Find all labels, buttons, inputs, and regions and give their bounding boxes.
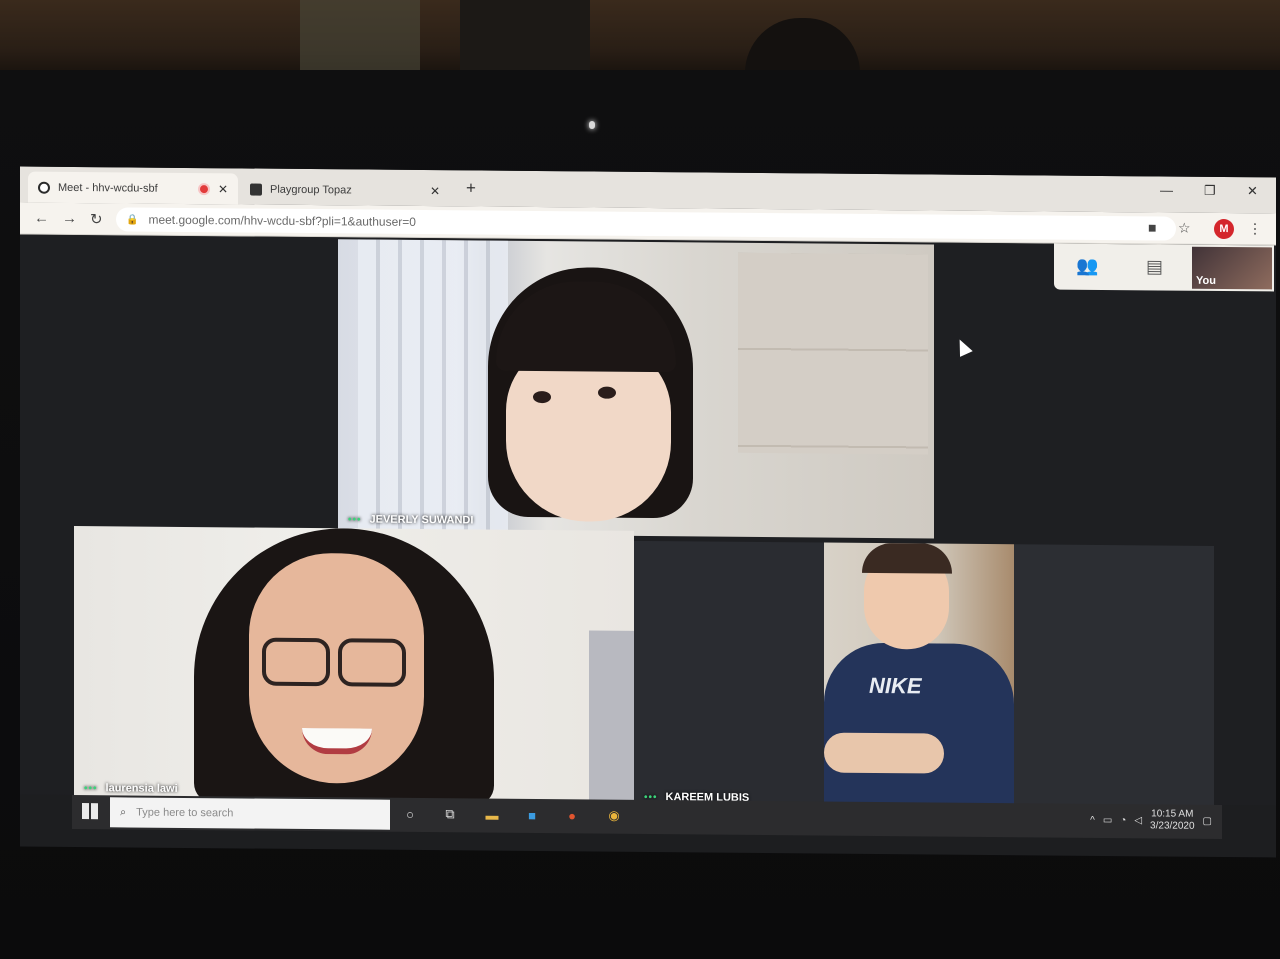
glasses-lens: [338, 638, 406, 687]
curtain-background: [358, 239, 508, 535]
shirt-logo: NIKE: [869, 672, 922, 699]
mouse-cursor-icon: [953, 336, 973, 357]
search-icon: ⌕: [120, 805, 127, 818]
new-tab-button[interactable]: +: [466, 178, 476, 198]
close-window-button[interactable]: ✕: [1247, 183, 1258, 199]
minimize-button[interactable]: —: [1160, 182, 1173, 197]
clock[interactable]: 10:15 AM 3/23/2020: [1150, 808, 1195, 832]
network-icon[interactable]: ▭: [1103, 814, 1112, 825]
store-icon[interactable]: ■: [522, 805, 542, 825]
close-tab-icon[interactable]: ✕: [218, 182, 228, 196]
task-view-icon[interactable]: ⧉: [440, 804, 460, 824]
room-shelf: [300, 0, 420, 70]
chat-icon[interactable]: ▤: [1146, 256, 1163, 277]
participant-name-tag: ••• laurensia lawi: [84, 782, 178, 795]
chevron-up-icon[interactable]: ^: [1090, 814, 1095, 825]
participant-name: laurensia lawi: [105, 782, 178, 795]
tab-playgroup[interactable]: Playgroup Topaz ✕: [240, 173, 450, 206]
chrome-icon[interactable]: ◉: [604, 806, 624, 826]
glasses-lens: [262, 637, 330, 687]
back-arrow-icon[interactable]: ←: [34, 210, 49, 227]
room-background: [0, 0, 1280, 80]
participant-name-tag: ••• JEVERLY SUWANDI: [348, 513, 474, 527]
tab-title: Playgroup Topaz: [270, 183, 352, 196]
menu-kebab-icon[interactable]: ⋮: [1248, 220, 1262, 237]
classroom-icon: [250, 183, 262, 196]
notification-icon[interactable]: ▢: [1203, 815, 1212, 826]
meet-icon: [38, 181, 50, 194]
empty-tile: [1014, 544, 1214, 816]
lock-icon: 🔒: [126, 213, 139, 226]
cortana-icon[interactable]: ○: [400, 804, 420, 824]
wifi-icon[interactable]: ◔: [1120, 815, 1126, 826]
participant-shirt: [824, 642, 1014, 815]
wall-panel: [738, 252, 928, 455]
room-doorway: [460, 0, 590, 72]
participant-tile[interactable]: ••• laurensia lawi: [74, 525, 634, 807]
windows-start-icon[interactable]: [82, 803, 98, 820]
self-view-thumbnail[interactable]: You: [1192, 246, 1272, 290]
participant-video-tile[interactable]: NIKE: [824, 542, 1014, 815]
reload-icon[interactable]: ↻: [90, 210, 103, 228]
people-icon[interactable]: 👥: [1076, 256, 1098, 277]
meet-call-area: ••• JEVERLY SUWANDI ••• laurensia lawi •…: [20, 234, 1276, 816]
audio-indicator-icon: •••: [84, 782, 98, 794]
participant-tile[interactable]: ••• KAREEM LUBIS: [634, 540, 824, 813]
background-door: [589, 630, 634, 807]
clock-date: 3/23/2020: [1150, 820, 1195, 832]
file-explorer-icon[interactable]: ▬: [482, 805, 502, 825]
system-tray: ^ ▭ ◔ ◁ 10:15 AM 3/23/2020 ▢: [1090, 808, 1212, 833]
camera-icon[interactable]: ■: [1148, 219, 1156, 235]
volume-icon[interactable]: ◁: [1134, 815, 1142, 826]
audio-indicator-icon: •••: [348, 513, 362, 525]
participant-arm: [824, 732, 944, 774]
clock-time: 10:15 AM: [1151, 808, 1194, 820]
self-view-label: You: [1196, 274, 1216, 287]
participant-eye: [598, 386, 616, 399]
profile-avatar[interactable]: M: [1214, 218, 1234, 240]
close-tab-icon[interactable]: ✕: [430, 184, 440, 198]
participant-eye: [533, 390, 551, 404]
forward-arrow-icon[interactable]: →: [62, 210, 77, 227]
powerpoint-icon[interactable]: ●: [562, 805, 582, 825]
search-placeholder: Type here to search: [136, 806, 234, 820]
participant-tile[interactable]: ••• JEVERLY SUWANDI: [338, 239, 934, 539]
taskbar-search-field[interactable]: ⌕ Type here to search: [110, 797, 390, 830]
restore-button[interactable]: ❐: [1204, 183, 1216, 199]
participant-hair: [862, 542, 952, 574]
webcam-light: [589, 121, 595, 129]
meet-top-controls: 👥 ▤ You: [1054, 243, 1274, 292]
screen: Meet - hhv-wcdu-sbf ✕ Playgroup Topaz ✕ …: [20, 166, 1276, 858]
tab-meet[interactable]: Meet - hhv-wcdu-sbf ✕: [28, 171, 238, 205]
recording-icon: [199, 184, 208, 193]
bookmark-star-icon[interactable]: ☆: [1178, 220, 1191, 237]
tab-title: Meet - hhv-wcdu-sbf: [58, 181, 158, 195]
url-field[interactable]: 🔒 meet.google.com/hhv-wcdu-sbf?pli=1&aut…: [116, 207, 1176, 241]
url-text: meet.google.com/hhv-wcdu-sbf?pli=1&authu…: [148, 212, 416, 229]
participant-name: JEVERLY SUWANDI: [369, 513, 474, 527]
